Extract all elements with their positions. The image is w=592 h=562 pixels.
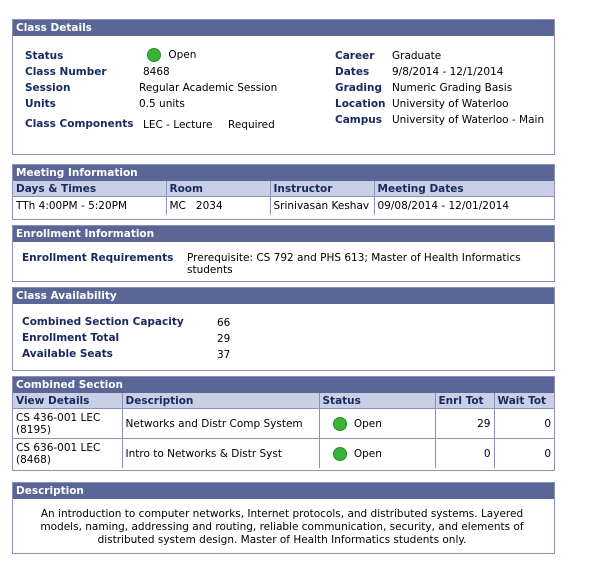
col-status: Status [318,393,436,409]
campus-value: University of Waterloo - Main [392,114,545,126]
section-status-text: Open [353,417,382,430]
components-required: Required [228,119,275,131]
col-days-times: Days & Times [13,181,167,197]
class-number-value: 8468 [143,66,170,78]
view-details-link[interactable]: CS 436-001 LEC (8195) [13,408,123,439]
col-instructor: Instructor [269,181,375,197]
instructor-cell: Srinivasan Keshav [269,196,375,215]
meeting-info-header: Meeting Information [13,165,554,181]
wait-tot-cell: 0 [493,408,554,439]
available-seats-label: Available Seats [22,348,113,360]
status-open-icon [147,48,161,62]
section-status: Open [318,408,436,439]
combined-section-header: Combined Section [13,377,554,393]
wait-tot-cell: 0 [493,438,554,468]
table-row: TTh 4:00PM - 5:20PM MC 2034 Srinivasan K… [13,196,554,215]
section-description: Networks and Distr Comp System [121,408,320,439]
status-label: Status [25,50,64,62]
units-value: 0.5 units [139,98,185,110]
table-row: CS 636-001 LEC (8468) Intro to Networks … [13,438,554,468]
description-text: An introduction to computer networks, In… [40,508,524,546]
meeting-info-panel: Meeting Information Days & Times Room In… [12,164,555,220]
view-details-link[interactable]: CS 636-001 LEC (8468) [13,438,123,468]
description-header: Description [13,483,554,499]
enrl-tot-cell: 29 [434,408,495,439]
enrollment-total-value: 29 [217,333,231,345]
meeting-table: Days & Times Room Instructor Meeting Dat… [13,181,554,215]
col-wait-tot: Wait Tot [493,393,554,409]
col-view-details: View Details [13,393,123,409]
enrollment-total-label: Enrollment Total [22,332,120,344]
session-label: Session [25,82,71,94]
grading-value: Numeric Grading Basis [392,82,513,94]
dates-label: Dates [335,66,370,78]
enrollment-req-label: Enrollment Requirements [22,252,174,264]
col-enrl-tot: Enrl Tot [434,393,495,409]
col-meeting-dates: Meeting Dates [373,181,554,197]
room-cell: MC 2034 [165,196,271,215]
combined-section-panel: Combined Section View Details Descriptio… [12,376,555,471]
section-status: Open [318,438,436,468]
location-value: University of Waterloo [392,98,509,110]
meeting-dates-cell: 09/08/2014 - 12/01/2014 [373,196,554,215]
session-value: Regular Academic Session [139,82,278,94]
capacity-label: Combined Section Capacity [22,316,184,328]
status-value: Open [147,48,196,62]
components-label: Class Components [25,118,134,130]
enrollment-info-panel: Enrollment Information Enrollment Requir… [12,225,555,282]
enrollment-req-value: Prerequisite: CS 792 and PHS 613; Master… [187,252,521,276]
location-label: Location [335,98,386,110]
table-row: CS 436-001 LEC (8195) Networks and Distr… [13,408,554,439]
status-text: Open [168,49,197,61]
enrl-tot-cell: 0 [434,438,495,468]
col-description: Description [121,393,320,409]
section-status-text: Open [353,447,382,460]
status-open-icon [332,416,347,431]
capacity-value: 66 [217,317,231,329]
campus-label: Campus [335,114,382,126]
combined-table: View Details Description Status Enrl Tot… [13,393,554,468]
career-value: Graduate [392,50,442,62]
components-value: LEC - Lecture [143,119,213,131]
units-label: Units [25,98,56,110]
description-panel: Description An introduction to computer … [12,482,555,554]
available-seats-value: 37 [217,349,231,361]
days-times-cell: TTh 4:00PM - 5:20PM [13,196,167,215]
status-open-icon [332,446,347,461]
class-number-label: Class Number [25,66,107,78]
grading-label: Grading [335,82,382,94]
enrollment-info-header: Enrollment Information [13,226,554,242]
section-description: Intro to Networks & Distr Syst [121,438,320,468]
availability-panel: Class Availability Combined Section Capa… [12,287,555,371]
col-room: Room [165,181,271,197]
class-details-panel: Class Details Status Open Class Number 8… [12,19,555,155]
availability-header: Class Availability [13,288,554,304]
dates-value: 9/8/2014 - 12/1/2014 [392,66,504,78]
career-label: Career [335,50,375,62]
class-details-header: Class Details [13,20,554,36]
